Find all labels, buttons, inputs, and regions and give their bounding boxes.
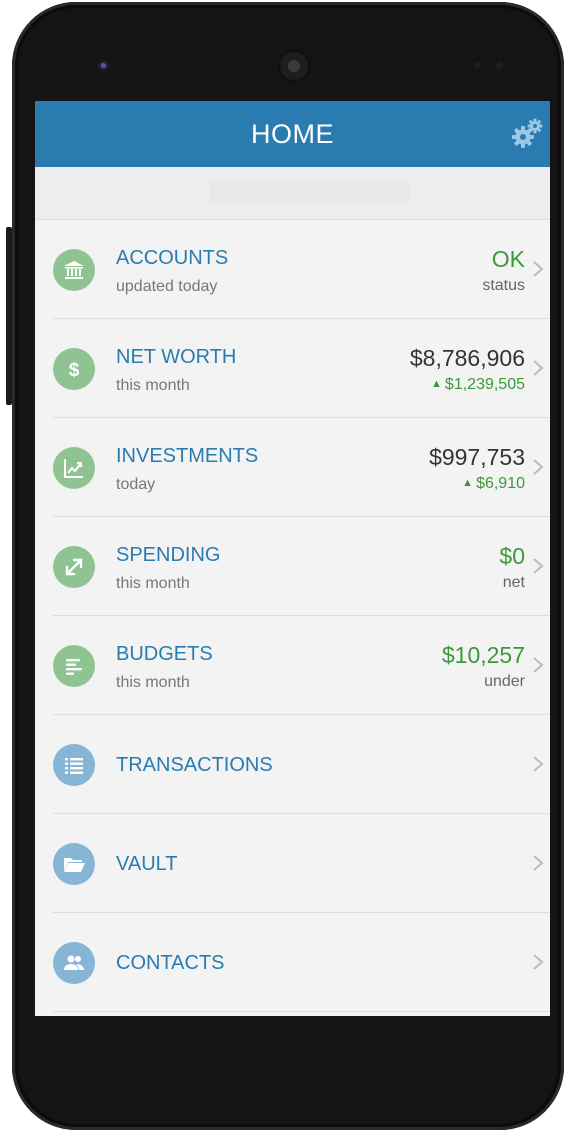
list-item-vault[interactable]: VAULT [53, 814, 550, 913]
summary-bar [35, 167, 550, 220]
menu-list: ACCOUNTS updated today OK status $ NET W… [35, 220, 550, 1012]
chevron-right-icon [533, 261, 544, 277]
accounts-status-value: OK [491, 246, 525, 272]
sensor-icon [474, 62, 481, 69]
chevron-right-icon [533, 459, 544, 475]
row-title: ACCOUNTS [116, 247, 229, 269]
list-item-investments[interactable]: INVESTMENTS today $997,753 ▲ $6,910 [53, 418, 550, 517]
row-title: NET WORTH [116, 346, 237, 368]
net-worth-change-value: $1,239,505 [444, 376, 525, 393]
budgets-value: $10,257 [441, 642, 525, 668]
row-title: TRANSACTIONS [116, 754, 273, 776]
chevron-right-icon [533, 360, 544, 376]
net-worth-value: $8,786,906 [409, 345, 525, 371]
front-camera-icon [98, 60, 109, 71]
svg-text:$: $ [69, 360, 80, 381]
bank-icon [53, 249, 95, 291]
spending-label: net [502, 574, 525, 591]
folder-icon [53, 843, 95, 885]
app-screen: HOME ACCOUNTS updated today OK status $ … [35, 101, 550, 1016]
accounts-status-label: status [482, 277, 525, 294]
list-icon [53, 744, 95, 786]
chevron-right-icon [533, 855, 544, 871]
row-subtitle: this month [116, 674, 190, 691]
row-subtitle: this month [116, 575, 190, 592]
list-item-accounts[interactable]: ACCOUNTS updated today OK status [53, 220, 550, 319]
chevron-right-icon [533, 558, 544, 574]
phone-frame: HOME ACCOUNTS updated today OK status $ … [6, 2, 564, 1130]
triangle-up-icon: ▲ [462, 477, 474, 489]
row-title: SPENDING [116, 544, 221, 566]
side-button [6, 227, 12, 405]
summary-placeholder [210, 181, 410, 203]
speaker-icon [280, 52, 308, 80]
row-title: BUDGETS [116, 643, 213, 665]
app-header: HOME [35, 101, 550, 167]
chevron-right-icon [533, 954, 544, 970]
chevron-right-icon [533, 756, 544, 772]
list-item-transactions[interactable]: TRANSACTIONS [53, 715, 550, 814]
row-title: VAULT [116, 853, 178, 875]
investments-value: $997,753 [429, 444, 525, 470]
chevron-right-icon [533, 657, 544, 673]
investments-change: ▲ $6,910 [462, 475, 525, 493]
row-title: INVESTMENTS [116, 445, 259, 467]
budgets-label: under [484, 673, 525, 690]
row-subtitle: this month [116, 377, 190, 394]
chart-icon [53, 447, 95, 489]
lines-icon [53, 645, 95, 687]
sensor-icon [496, 62, 503, 69]
dollar-icon: $ [53, 348, 95, 390]
investments-change-value: $6,910 [476, 475, 525, 492]
list-item-contacts[interactable]: CONTACTS [53, 913, 550, 1012]
gears-icon[interactable] [510, 117, 544, 151]
list-item-spending[interactable]: SPENDING this month $0 net [53, 517, 550, 616]
row-subtitle: today [116, 476, 156, 493]
people-icon [53, 942, 95, 984]
triangle-up-icon: ▲ [431, 378, 442, 390]
spending-value: $0 [499, 543, 525, 569]
row-subtitle: updated today [116, 278, 218, 295]
net-worth-change: ▲ $1,239,505 [431, 376, 525, 394]
row-title: CONTACTS [116, 952, 225, 974]
page-title: HOME [251, 118, 334, 149]
list-item-budgets[interactable]: BUDGETS this month $10,257 under [53, 616, 550, 715]
arrows-icon [53, 546, 95, 588]
list-item-net-worth[interactable]: $ NET WORTH this month $8,786,906 ▲ $1,23… [53, 319, 550, 418]
